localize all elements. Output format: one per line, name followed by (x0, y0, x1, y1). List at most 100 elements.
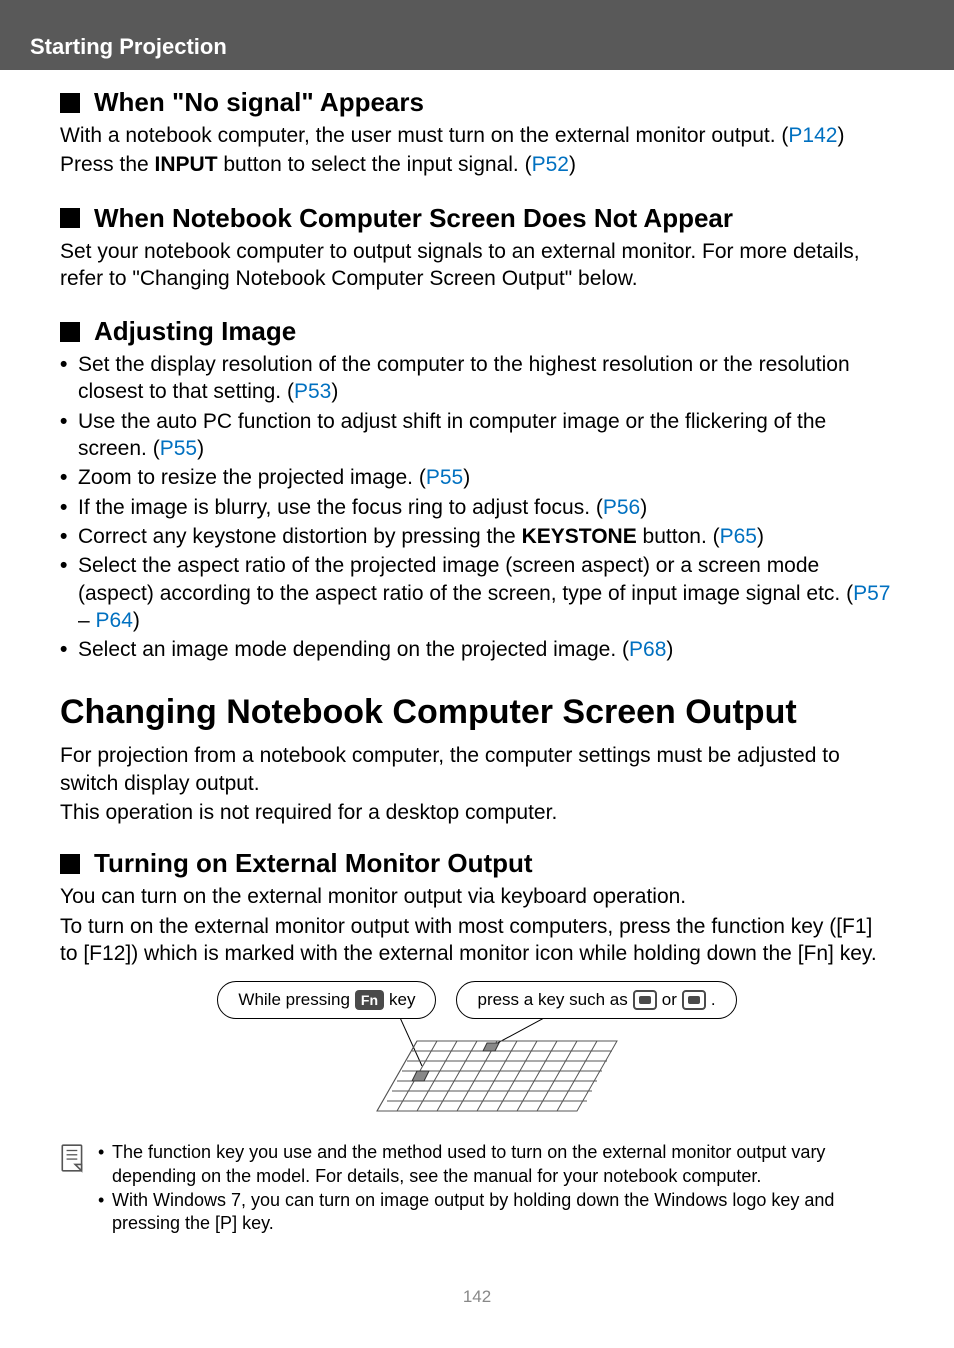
bullet-content: Zoom to resize the projected image. (P55… (78, 464, 894, 491)
heading-adjusting-image: Adjusting Image (60, 316, 894, 347)
list-item: • Correct any keystone distortion by pre… (60, 523, 894, 550)
link-p56[interactable]: P56 (603, 496, 640, 519)
note-list: • The function key you use and the metho… (98, 1141, 894, 1237)
bullet-dot-icon: • (60, 464, 78, 491)
bullet-dot-icon: • (98, 1141, 112, 1188)
bullet-list: • Set the display resolution of the comp… (60, 351, 894, 663)
section-header: Starting Projection (0, 24, 954, 70)
keyboard-icon (317, 1011, 637, 1131)
heading-text: When Notebook Computer Screen Does Not A… (94, 203, 733, 234)
bullet-content: If the image is blurry, use the focus ri… (78, 494, 894, 521)
body-text: To turn on the external monitor output w… (60, 913, 894, 968)
section-title: Starting Projection (30, 34, 227, 59)
list-item: • Select the aspect ratio of the project… (60, 552, 894, 634)
heading-notebook-not-appear: When Notebook Computer Screen Does Not A… (60, 203, 894, 234)
body-text: With a notebook computer, the user must … (60, 122, 894, 149)
text-fragment: ) (463, 466, 470, 489)
top-band (0, 0, 954, 24)
bullet-content: Select an image mode depending on the pr… (78, 636, 894, 663)
text-fragment: . (711, 990, 716, 1010)
fn-key-icon: Fn (355, 990, 384, 1010)
bullet-dot-icon: • (60, 408, 78, 463)
text-fragment: ) (331, 380, 338, 403)
bullet-dot-icon: • (60, 636, 78, 663)
text-fragment: ) (757, 525, 764, 548)
note-text: With Windows 7, you can turn on image ou… (112, 1189, 894, 1236)
bullet-dot-icon: • (60, 494, 78, 521)
bullet-dot-icon: • (60, 351, 78, 406)
text-fragment: key (389, 990, 415, 1010)
bullet-content: Use the auto PC function to adjust shift… (78, 408, 894, 463)
body-text: For projection from a notebook computer,… (60, 742, 894, 797)
heading-text: When "No signal" Appears (94, 87, 424, 118)
square-bullet-icon (60, 208, 80, 228)
link-p53[interactable]: P53 (294, 380, 331, 403)
text-fragment: Select the aspect ratio of the projected… (78, 554, 853, 604)
bullet-dot-icon: • (60, 523, 78, 550)
note-item: • With Windows 7, you can turn on image … (98, 1189, 894, 1236)
keyboard-diagram: While pressing Fn key press a key such a… (60, 981, 894, 1131)
text-fragment: ) (837, 124, 844, 147)
bold-input: INPUT (155, 153, 218, 176)
text-fragment: With a notebook computer, the user must … (60, 124, 788, 147)
bullet-dot-icon: • (98, 1189, 112, 1236)
heading-external-monitor: Turning on External Monitor Output (60, 848, 894, 879)
monitor-key-icon (682, 990, 706, 1010)
text-fragment: While pressing (238, 990, 350, 1010)
heading-changing-output: Changing Notebook Computer Screen Output (60, 693, 894, 732)
text-fragment: button. ( (637, 525, 720, 548)
link-p142[interactable]: P142 (788, 124, 837, 147)
monitor-key-icon (633, 990, 657, 1010)
list-item: • Select an image mode depending on the … (60, 636, 894, 663)
bubble-while-pressing: While pressing Fn key (217, 981, 436, 1019)
list-item: • Zoom to resize the projected image. (P… (60, 464, 894, 491)
bullet-content: Correct any keystone distortion by press… (78, 523, 894, 550)
link-p55[interactable]: P55 (160, 437, 197, 460)
square-bullet-icon (60, 93, 80, 113)
square-bullet-icon (60, 854, 80, 874)
text-fragment: Press the (60, 153, 155, 176)
link-p65[interactable]: P65 (720, 525, 757, 548)
link-p52[interactable]: P52 (532, 153, 569, 176)
list-item: • Use the auto PC function to adjust shi… (60, 408, 894, 463)
heading-text: Turning on External Monitor Output (94, 848, 533, 879)
text-fragment: ) (569, 153, 576, 176)
body-text: Press the INPUT button to select the inp… (60, 151, 894, 178)
text-fragment: button to select the input signal. ( (218, 153, 532, 176)
bullet-content: Select the aspect ratio of the projected… (78, 552, 894, 634)
text-fragment: If the image is blurry, use the focus ri… (78, 496, 603, 519)
text-fragment: ) (197, 437, 204, 460)
diagram-bubbles: While pressing Fn key press a key such a… (217, 981, 736, 1019)
text-fragment: ) (666, 638, 673, 661)
note-text: The function key you use and the method … (112, 1141, 894, 1188)
body-text: Set your notebook computer to output sig… (60, 238, 894, 293)
text-fragment: press a key such as (477, 990, 627, 1010)
link-p64[interactable]: P64 (96, 609, 133, 632)
text-fragment: Select an image mode depending on the pr… (78, 638, 629, 661)
note-item: • The function key you use and the metho… (98, 1141, 894, 1188)
note-icon (60, 1143, 86, 1173)
note-box: • The function key you use and the metho… (60, 1141, 894, 1237)
bubble-press-key: press a key such as or . (456, 981, 736, 1019)
link-p57[interactable]: P57 (853, 582, 890, 605)
body-text: You can turn on the external monitor out… (60, 883, 894, 910)
bullet-dot-icon: • (60, 552, 78, 634)
text-fragment: Correct any keystone distortion by press… (78, 525, 522, 548)
bold-keystone: KEYSTONE (522, 525, 637, 548)
text-fragment: Set the display resolution of the comput… (78, 353, 850, 403)
bullet-content: Set the display resolution of the comput… (78, 351, 894, 406)
text-fragment: – (78, 609, 96, 632)
heading-text: Adjusting Image (94, 316, 296, 347)
page-number: 142 (0, 1257, 954, 1327)
list-item: • Set the display resolution of the comp… (60, 351, 894, 406)
text-fragment: ) (133, 609, 140, 632)
text-fragment: or (662, 990, 677, 1010)
link-p68[interactable]: P68 (629, 638, 666, 661)
body-text: This operation is not required for a des… (60, 799, 894, 826)
page-content: When "No signal" Appears With a notebook… (0, 70, 954, 1257)
link-p55-2[interactable]: P55 (426, 466, 463, 489)
list-item: • If the image is blurry, use the focus … (60, 494, 894, 521)
heading-no-signal: When "No signal" Appears (60, 87, 894, 118)
text-fragment: ) (640, 496, 647, 519)
text-fragment: Zoom to resize the projected image. ( (78, 466, 426, 489)
